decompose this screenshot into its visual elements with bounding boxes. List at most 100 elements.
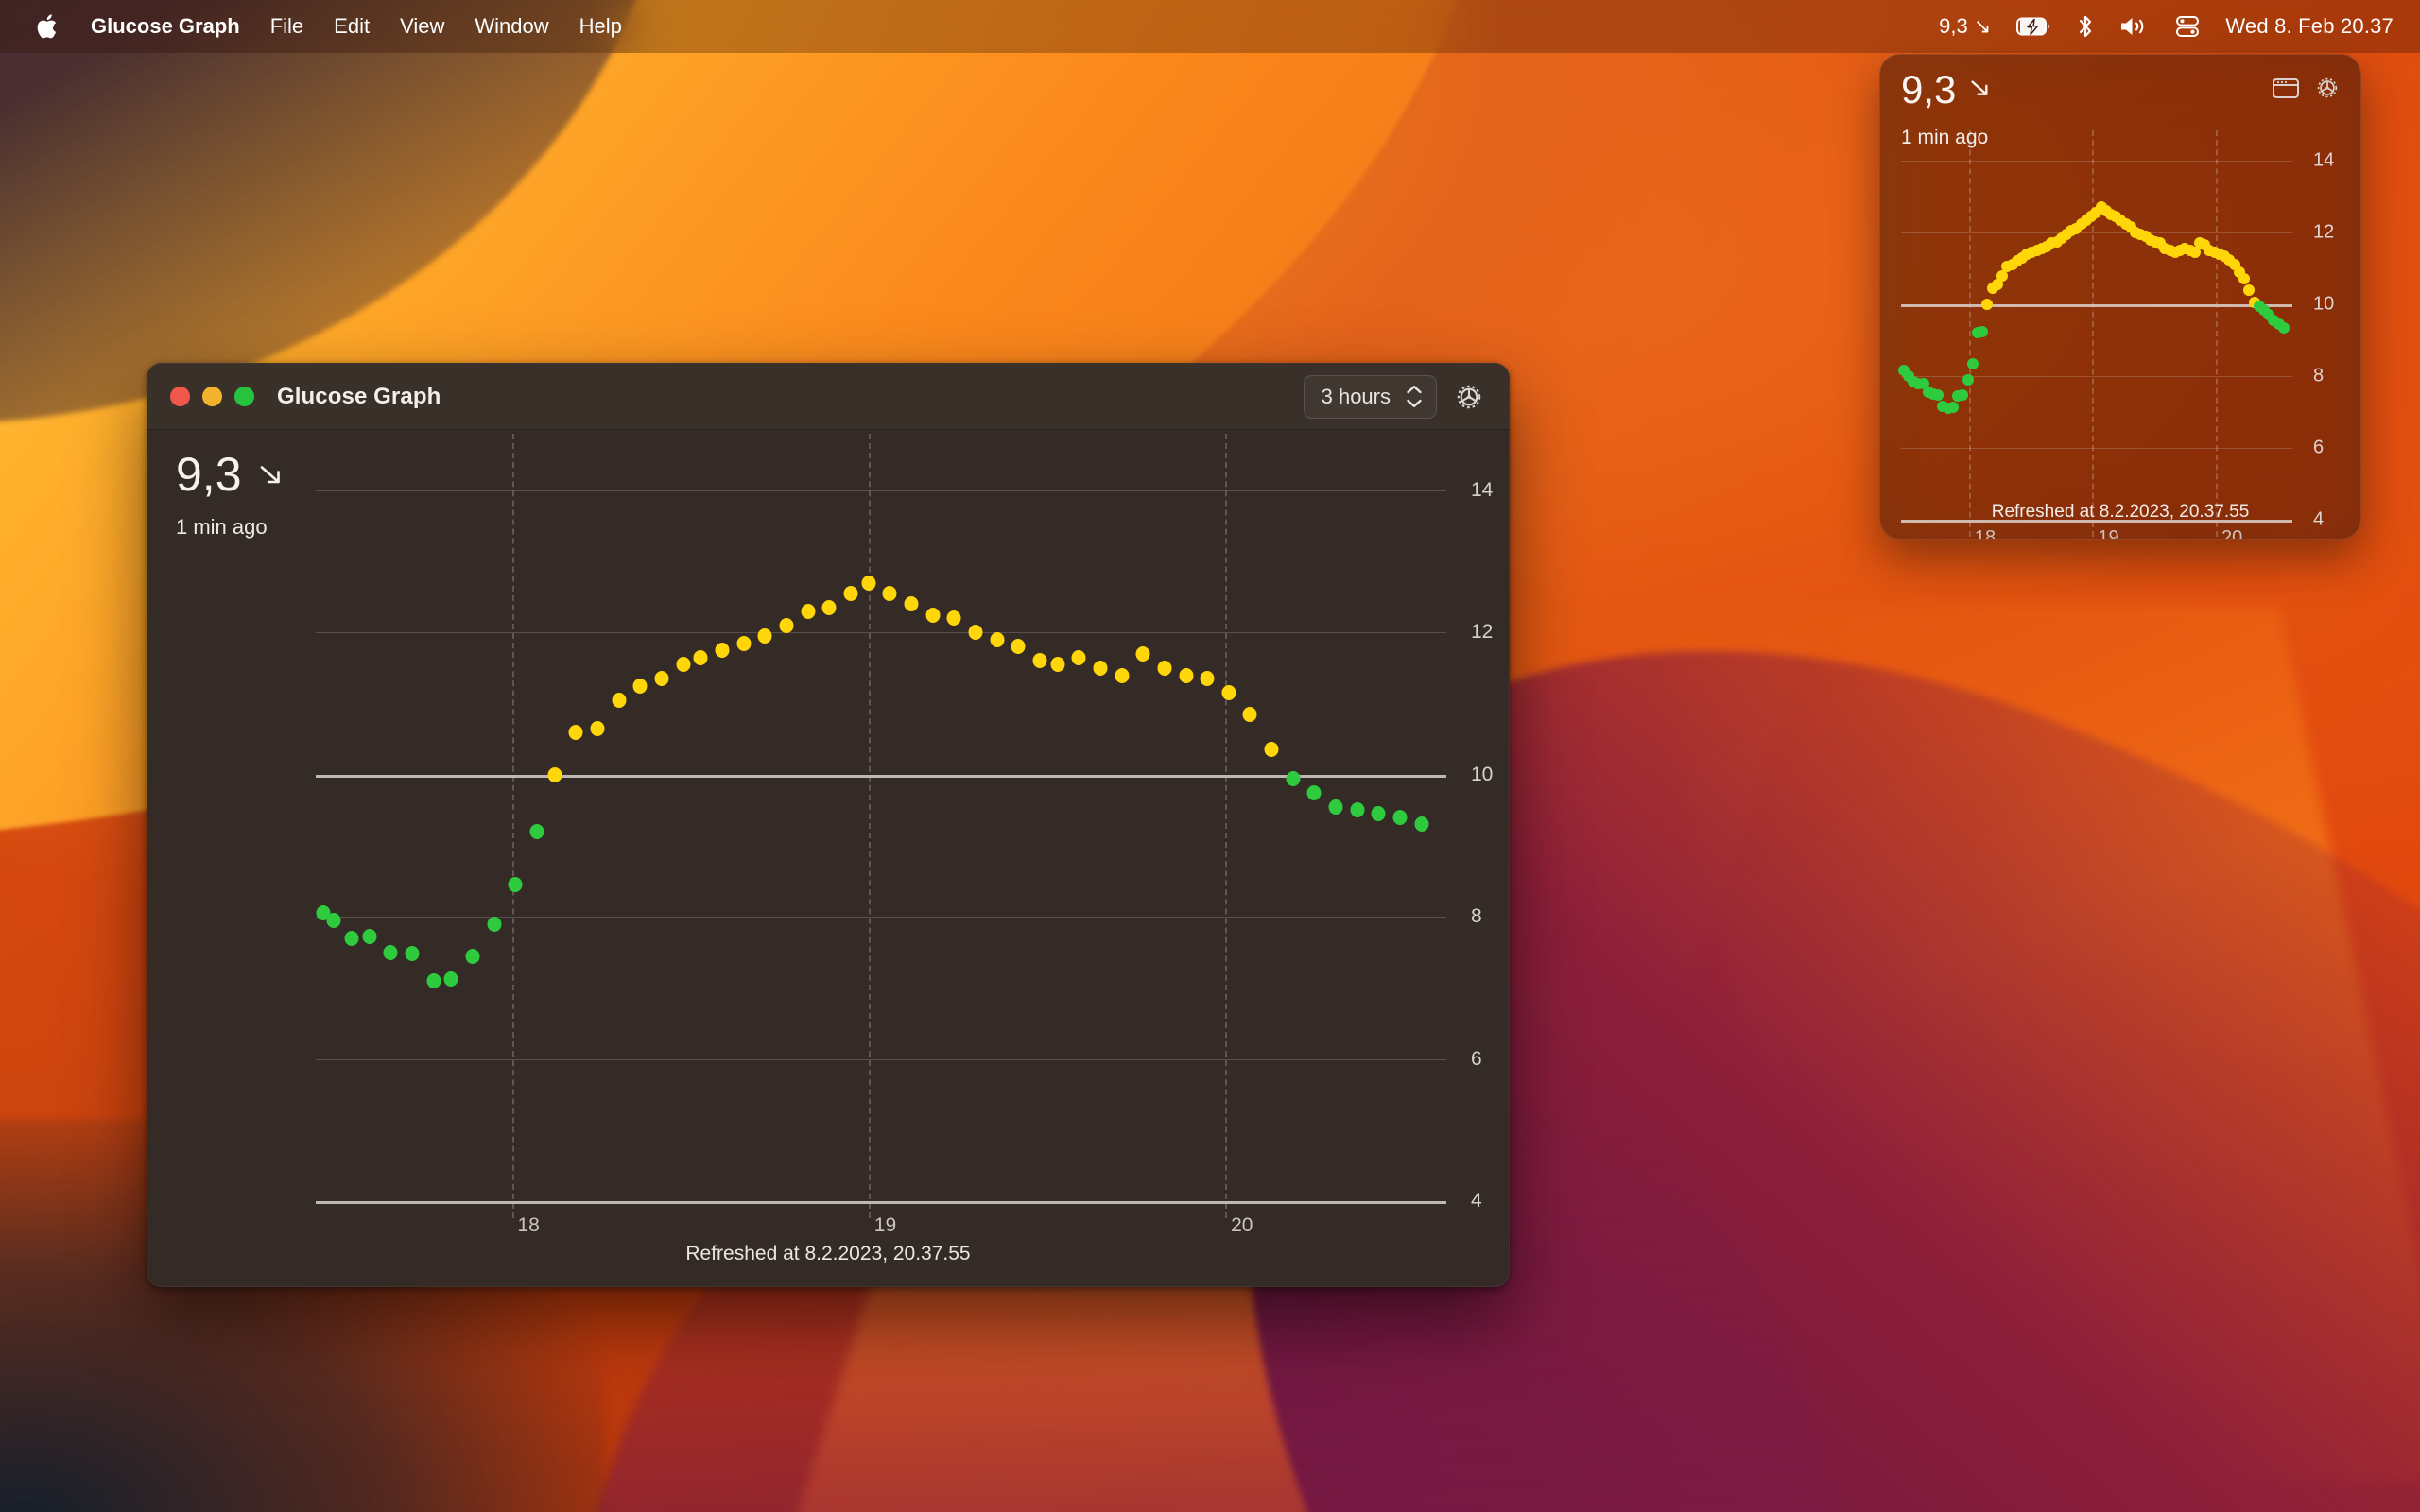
data-point — [1932, 388, 1945, 401]
widget-glucose-scatter-plot[interactable]: 4 6 8 10 12 14 18 19 20 — [1897, 130, 2334, 539]
data-point — [344, 930, 359, 946]
control-center-icon[interactable] — [2163, 9, 2212, 43]
x-axis-tick-label: 19 — [873, 1214, 897, 1236]
data-point — [1328, 799, 1343, 815]
window-title: Glucose Graph — [277, 383, 441, 409]
y-axis-tick-label: 4 — [1471, 1190, 1482, 1211]
data-point — [1032, 653, 1047, 669]
bluetooth-icon[interactable] — [2065, 9, 2106, 44]
widget-settings-button[interactable] — [2313, 74, 2342, 107]
data-point — [1264, 742, 1279, 758]
minimize-button[interactable] — [202, 387, 222, 406]
glucose-scatter-plot[interactable]: 4 6 8 10 12 14 18 19 20 — [316, 434, 1493, 1236]
menu-item-window[interactable]: Window — [459, 9, 563, 44]
trend-arrow-down-right-icon — [253, 456, 289, 492]
x-axis-tick-label: 18 — [517, 1214, 540, 1236]
data-point — [1946, 402, 1959, 414]
y-axis-tick-label: 10 — [2313, 293, 2335, 315]
data-point — [1286, 770, 1301, 786]
data-point — [946, 610, 961, 627]
chart-panel: 9,3 1 min ago 4 6 8 10 12 14 18 19 20 Refreshed … — [147, 430, 1509, 1286]
data-point — [843, 586, 858, 602]
menu-item-edit[interactable]: Edit — [319, 9, 385, 44]
data-point — [801, 603, 816, 619]
data-point — [529, 823, 544, 839]
data-point — [1957, 388, 1969, 401]
gridline — [316, 1201, 1446, 1204]
y-axis-tick-label: 12 — [2313, 221, 2335, 243]
vertical-gridline — [2092, 130, 2095, 537]
data-point — [968, 625, 983, 641]
apple-logo-icon[interactable] — [21, 8, 76, 45]
glucose-widget-panel[interactable]: 9,3 1 min ago 4 6 8 10 12 14 18 19 20 Re… — [1879, 54, 2361, 540]
data-point — [1221, 685, 1236, 701]
close-button[interactable] — [170, 387, 190, 406]
y-axis-tick-label: 14 — [1471, 479, 1494, 501]
macos-menu-bar: Glucose Graph File Edit View Window Help… — [0, 0, 2420, 53]
widget-trend-arrow-down-right-icon — [1965, 70, 1996, 110]
menu-item-app-name[interactable]: Glucose Graph — [76, 9, 255, 44]
data-point — [487, 916, 502, 932]
time-range-stepper[interactable]: 3 hours — [1303, 374, 1437, 419]
data-point — [362, 929, 377, 945]
menu-bar-left: Glucose Graph File Edit View Window Help — [21, 8, 637, 45]
data-point — [1977, 325, 1989, 337]
data-point — [715, 643, 730, 659]
menu-bar-status-area: 9,3 ↘ Wed 8. Feb 20.37 — [1926, 9, 2399, 44]
vertical-gridline — [1225, 434, 1228, 1218]
stepper-arrows[interactable] — [1406, 385, 1423, 408]
data-point — [568, 724, 583, 740]
vertical-gridline — [868, 434, 871, 1218]
data-point — [405, 946, 420, 962]
widget-reading-timestamp: 1 min ago — [1901, 127, 1989, 148]
data-point — [1071, 649, 1086, 665]
data-point — [736, 635, 752, 651]
gridline — [316, 632, 1446, 634]
gridline — [316, 490, 1446, 491]
threshold-line — [316, 774, 1446, 778]
reading-timestamp: 1 min ago — [176, 515, 268, 539]
widget-header: 9,3 — [1880, 55, 2360, 110]
window-titlebar[interactable]: Glucose Graph 3 hours — [147, 364, 1509, 430]
gridline — [316, 917, 1446, 919]
data-point — [1135, 645, 1150, 662]
x-axis-tick-label: 18 — [1974, 527, 1996, 540]
menu-bar-clock[interactable]: Wed 8. Feb 20.37 — [2212, 9, 2399, 44]
vertical-gridline — [511, 434, 514, 1218]
menu-bar-glucose-status[interactable]: 9,3 ↘ — [1926, 9, 2004, 44]
data-point — [1115, 667, 1130, 683]
data-point — [426, 972, 441, 988]
data-point — [465, 948, 480, 964]
gridline — [1901, 448, 2292, 449]
y-axis-tick-label: 14 — [2313, 149, 2335, 171]
zoom-button[interactable] — [234, 387, 254, 406]
data-point — [779, 617, 794, 633]
titlebar-controls: 3 hours — [1303, 374, 1488, 419]
data-point — [383, 944, 398, 960]
menu-item-help[interactable]: Help — [564, 9, 637, 44]
settings-button[interactable] — [1450, 378, 1488, 416]
data-point — [1414, 816, 1429, 833]
battery-charging-icon[interactable] — [2004, 10, 2065, 43]
y-axis-tick-label: 8 — [1471, 905, 1482, 928]
volume-icon[interactable] — [2106, 9, 2163, 43]
y-axis-tick-label: 10 — [1471, 763, 1494, 785]
data-point — [1981, 299, 1994, 310]
data-point — [1093, 661, 1108, 676]
data-point — [757, 628, 772, 644]
data-point — [1392, 809, 1408, 825]
menu-item-file[interactable]: File — [255, 9, 319, 44]
data-point — [1962, 373, 1974, 386]
chevron-up-icon — [1407, 386, 1422, 394]
data-point — [2238, 273, 2251, 285]
widget-reading-number: 9,3 — [1901, 67, 1957, 112]
current-reading-block: 9,3 1 min ago — [176, 451, 289, 540]
data-point — [904, 596, 919, 612]
chevron-down-icon — [1407, 399, 1422, 407]
data-point — [508, 877, 523, 893]
open-window-button[interactable] — [2272, 76, 2300, 105]
glucose-graph-window: Glucose Graph 3 hours 9,3 1 min ago 4 6 … — [147, 363, 1510, 1287]
y-axis-tick-label: 6 — [2313, 437, 2325, 458]
data-point — [693, 649, 708, 665]
menu-item-view[interactable]: View — [385, 9, 459, 44]
